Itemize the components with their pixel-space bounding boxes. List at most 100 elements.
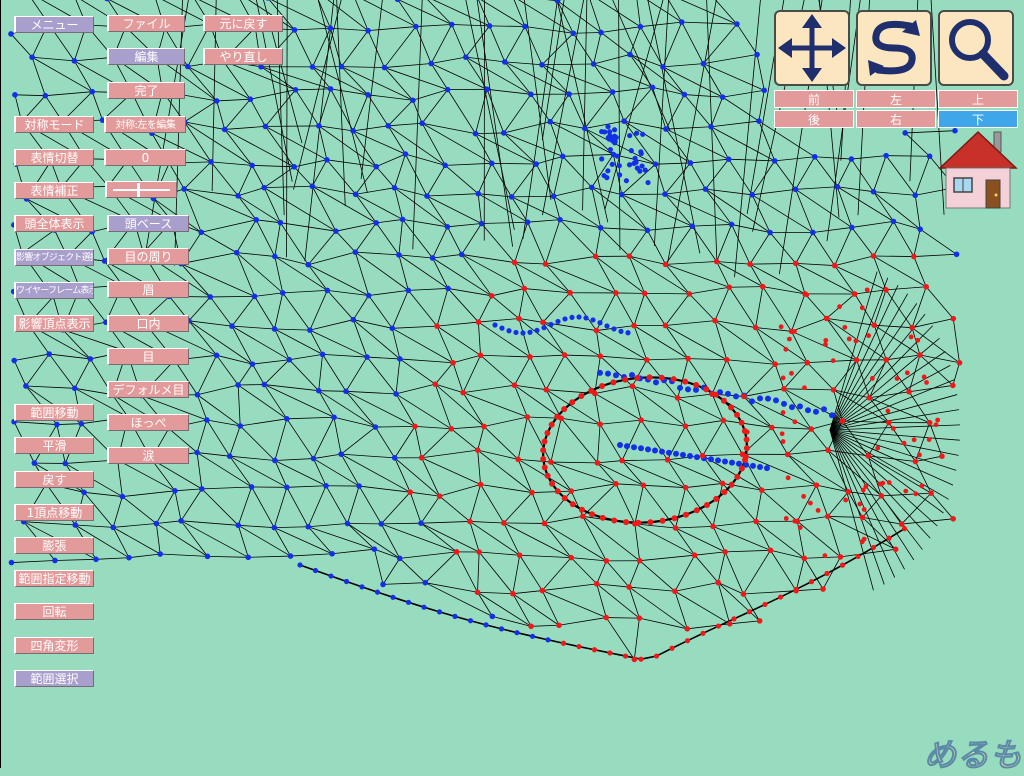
mesh-vertex <box>468 618 473 623</box>
one-vertex-move-button[interactable]: 1頂点移動 <box>14 504 94 521</box>
eye-button[interactable]: 目 <box>107 348 189 365</box>
mesh-vertex <box>694 454 700 460</box>
influence-vertex-view-button[interactable]: 影響頂点表示 <box>14 315 94 332</box>
menu-button[interactable]: メニュー <box>14 16 94 33</box>
edit-button[interactable]: 編集 <box>107 48 185 65</box>
symmetry-left-edit-button[interactable]: 対称:左を編集 <box>104 116 186 133</box>
view-right-button[interactable]: 右 <box>856 110 936 128</box>
mesh-edge <box>797 485 816 521</box>
mesh-edge <box>762 485 817 490</box>
mesh-vertex <box>878 482 883 487</box>
quad-deform-button[interactable]: 四角変形 <box>14 637 94 654</box>
mesh-edge <box>775 363 807 365</box>
rotate-tool-button[interactable] <box>856 10 932 86</box>
mesh-vertex <box>855 554 860 559</box>
restore-button[interactable]: 戻す <box>14 471 94 488</box>
mesh-edge <box>723 420 742 454</box>
mesh-edge <box>445 163 492 165</box>
mesh-vertex <box>857 502 862 507</box>
expression-correction-slider[interactable] <box>105 181 177 198</box>
mesh-vertex <box>580 514 586 520</box>
mesh-edge <box>675 555 695 591</box>
mesh-edge <box>265 126 294 166</box>
mesh-edge <box>421 496 440 523</box>
mesh-edge <box>308 231 336 265</box>
mesh-vertex <box>261 185 267 191</box>
mesh-edge <box>665 194 692 226</box>
mesh-edge <box>355 252 368 295</box>
done-button[interactable]: 完了 <box>107 82 185 99</box>
mesh-edge <box>75 359 91 388</box>
move-tool-button[interactable] <box>774 10 850 86</box>
mesh-vertex <box>530 634 535 639</box>
mesh-vertex <box>820 586 826 592</box>
mesh-edge <box>597 424 600 463</box>
slider-knob[interactable] <box>137 183 140 197</box>
smooth-button[interactable]: 平滑 <box>14 437 94 454</box>
cheek-button[interactable]: ほっぺ <box>107 414 189 431</box>
expression-switch-button[interactable]: 表情切替 <box>14 149 94 166</box>
mesh-vertex <box>760 284 766 290</box>
mesh-vertex <box>687 291 693 297</box>
mesh-edge <box>596 331 646 360</box>
mesh-edge <box>487 89 531 94</box>
around-eyes-button[interactable]: 目の周り <box>107 248 189 265</box>
range-specified-move-button[interactable]: 範囲指定移動 <box>14 570 94 587</box>
view-left-button[interactable]: 左 <box>856 90 936 108</box>
tears-button[interactable]: 涙 <box>107 447 189 464</box>
mesh-vertex <box>475 447 481 453</box>
symmetry-mode-button[interactable]: 対称モード <box>14 116 94 133</box>
mesh-edge <box>181 521 207 557</box>
mesh-edge <box>513 594 559 626</box>
mesh-edge <box>601 228 648 231</box>
mesh-vertex <box>551 193 557 199</box>
house-icon[interactable] <box>938 128 1018 210</box>
mesh-vertex <box>638 417 644 423</box>
mesh-edge <box>275 460 287 487</box>
mesh-vertex <box>823 553 828 558</box>
head-base-button[interactable]: 頭ベース <box>107 215 189 232</box>
mesh-edge <box>49 354 74 388</box>
expression-index-button[interactable]: 0 <box>104 149 186 166</box>
mesh-edge <box>181 521 238 526</box>
eyebrow-button[interactable]: 眉 <box>107 281 189 298</box>
range-move-button[interactable]: 範囲移動 <box>14 404 94 421</box>
deformed-eye-button[interactable]: デフォルメ目 <box>107 381 189 398</box>
view-bottom-button[interactable]: 下 <box>938 110 1018 128</box>
mesh-vertex <box>618 329 623 334</box>
zoom-tool-button[interactable] <box>938 10 1014 86</box>
file-button[interactable]: ファイル <box>107 15 185 32</box>
mesh-vertex <box>724 357 730 363</box>
view-top-button[interactable]: 上 <box>938 90 1018 108</box>
redo-button[interactable]: やり直し <box>203 48 283 65</box>
mesh-edge <box>678 398 686 426</box>
rotate-button[interactable]: 回転 <box>14 603 94 620</box>
head-full-view-button[interactable]: 頭全体表示 <box>14 215 94 232</box>
mesh-vertex <box>484 87 490 93</box>
mesh-vertex <box>673 451 679 457</box>
undo-button[interactable]: 元に戻す <box>203 15 283 32</box>
mesh-edge <box>289 354 322 359</box>
mesh-edge <box>834 360 857 390</box>
view-back-button[interactable]: 後 <box>774 110 854 128</box>
influence-object-select-button[interactable]: 影響オブジェクト選択 <box>14 249 94 266</box>
mesh-edge <box>596 228 601 257</box>
mesh-edge <box>791 318 826 331</box>
mesh-edge <box>718 552 725 583</box>
mesh-edge <box>341 67 384 68</box>
mesh-vertex <box>579 507 585 513</box>
range-select-button[interactable]: 範囲選択 <box>14 670 94 687</box>
mesh-edge <box>804 557 840 558</box>
mesh-edge <box>437 322 478 326</box>
mesh-edge <box>616 484 635 524</box>
mesh-edge <box>381 524 456 552</box>
wireframe-view-button[interactable]: ワイヤーフレーム表示 <box>14 282 94 299</box>
mesh-edge <box>427 194 478 196</box>
expression-correct-button[interactable]: 表情補正 <box>14 182 94 199</box>
mesh-edge <box>323 354 346 391</box>
expand-button[interactable]: 膨張 <box>14 537 94 554</box>
view-front-button[interactable]: 前 <box>774 90 854 108</box>
mesh-vertex <box>778 594 783 599</box>
mesh-edge <box>433 258 492 296</box>
mouth-inside-button[interactable]: 口内 <box>107 315 189 332</box>
